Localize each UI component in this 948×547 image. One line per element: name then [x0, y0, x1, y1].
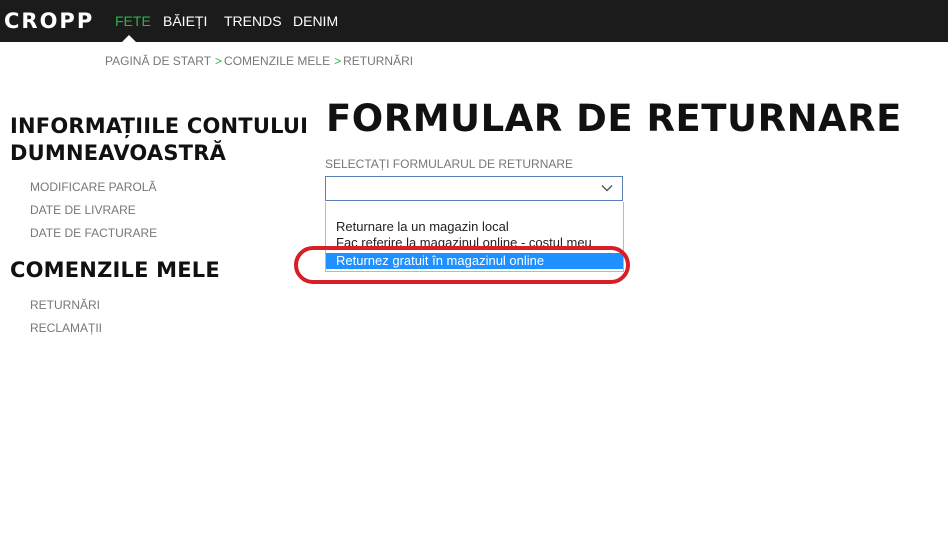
sidebar-link-change-password[interactable]: MODIFICARE PAROLĂ [30, 180, 156, 194]
breadcrumb-separator-icon: > [215, 54, 223, 68]
chevron-down-icon [601, 185, 613, 192]
breadcrumb-separator-icon: > [334, 54, 342, 68]
option-online-store-my-cost[interactable]: Fac referire la magazinul online - costu… [326, 235, 623, 251]
return-form-select-label: SELECTAȚI FORMULARUL DE RETURNARE [325, 157, 574, 171]
top-navigation-bar: CROPP FETE BĂIEȚI TRENDS DENIM [0, 0, 948, 42]
breadcrumb-my-orders[interactable]: COMENZILE MELE [224, 54, 330, 68]
account-info-heading-line2: DUMNEAVOASTRĂ [10, 141, 227, 165]
breadcrumb: PAGINĂ DE START > COMENZILE MELE > RETURNĂRI [105, 54, 413, 68]
active-nav-caret-icon [122, 35, 136, 42]
sidebar-link-billing-data[interactable]: DATE DE FACTURARE [30, 226, 157, 240]
cropp-logo[interactable]: CROPP [4, 8, 94, 34]
return-form-dropdown-list: Returnare la un magazin local Fac referi… [325, 202, 624, 272]
nav-item-trends[interactable]: TRENDS [224, 12, 282, 30]
option-free-return-online[interactable]: Returnez gratuit în magazinul online [326, 253, 623, 269]
account-info-heading: INFORMAȚIILE CONTULUI [10, 114, 309, 138]
return-form-select[interactable] [325, 176, 623, 201]
sidebar-link-complaints[interactable]: RECLAMAȚII [30, 321, 102, 335]
nav-item-fete[interactable]: FETE [115, 12, 151, 30]
breadcrumb-home[interactable]: PAGINĂ DE START [105, 54, 211, 68]
sidebar-link-returns[interactable]: RETURNĂRI [30, 298, 100, 312]
nav-item-denim[interactable]: DENIM [293, 12, 338, 30]
breadcrumb-returns: RETURNĂRI [343, 54, 414, 68]
sidebar-link-delivery-data[interactable]: DATE DE LIVRARE [30, 203, 136, 217]
my-orders-heading: COMENZILE MELE [10, 258, 220, 282]
page-title: FORMULAR DE RETURNARE [326, 97, 902, 140]
nav-item-baieti[interactable]: BĂIEȚI [163, 12, 207, 30]
option-return-local-store[interactable]: Returnare la un magazin local [326, 219, 623, 235]
